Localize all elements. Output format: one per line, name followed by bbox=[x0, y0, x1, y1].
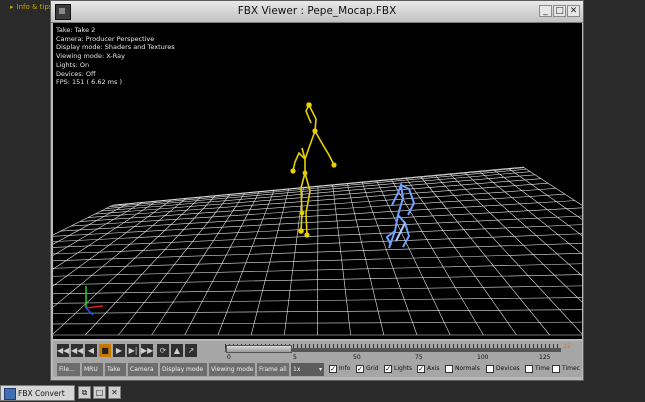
speed-select[interactable]: 1x ▾ bbox=[291, 363, 324, 376]
grid-line bbox=[420, 176, 550, 336]
play-forward-button[interactable]: ▶ bbox=[113, 344, 125, 357]
timeline-label: 100 bbox=[477, 354, 489, 361]
grid-line bbox=[405, 177, 517, 336]
info-viewing-mode: Viewing mode: X-Ray bbox=[56, 52, 125, 61]
timecode-toggle-label: Timec bbox=[562, 365, 580, 372]
take-button[interactable]: Take bbox=[105, 363, 126, 376]
taskbar: FBX Convert ⧉ □ ✕ bbox=[0, 384, 645, 402]
next-frame-button[interactable]: ▶| bbox=[127, 344, 139, 357]
display-mode-button[interactable]: Display mode bbox=[160, 363, 207, 376]
grid-line bbox=[434, 174, 582, 335]
3d-viewport[interactable]: Take: Take 2 Camera: Producer Perspectiv… bbox=[53, 23, 582, 339]
minimize-button[interactable]: _ bbox=[539, 5, 552, 17]
info-take: Take: Take 2 bbox=[56, 26, 96, 34]
chevron-down-icon: ▾ bbox=[318, 366, 322, 373]
info-toggle-label: Info bbox=[339, 365, 351, 372]
timeline-end-frame: 22 bbox=[563, 343, 571, 350]
mru-button[interactable]: MRU bbox=[82, 363, 103, 376]
fbx-viewer-window: FBX Viewer : Pepe_Mocap.FBX _ □ ✕ Take: … bbox=[50, 0, 584, 381]
grid-line bbox=[449, 173, 582, 303]
info-tips-label: Info & tips bbox=[16, 3, 53, 11]
timeline-slider[interactable]: 0 5 50 75 100 125 22 bbox=[225, 343, 577, 361]
grid-line bbox=[53, 215, 582, 242]
goto-end-button[interactable]: ▶▶ bbox=[141, 344, 153, 357]
normals-checkbox[interactable] bbox=[445, 365, 453, 373]
info-lights: Lights: On bbox=[56, 60, 90, 69]
devices-toggle-label: Devices bbox=[496, 365, 520, 372]
timeline-label: 0 bbox=[227, 354, 231, 361]
lights-toggle-label: Lights bbox=[394, 365, 413, 372]
devices-checkbox[interactable] bbox=[486, 365, 494, 373]
fbx-converter-icon bbox=[4, 388, 16, 400]
playback-toolbar: ◀◀ ◀◀ ◀ ■ ▶ ▶| ▶▶ ⟳ ▲ ↗ 0 5 50 75 100 12… bbox=[53, 341, 582, 362]
time-checkbox[interactable] bbox=[525, 365, 533, 373]
title-bar[interactable]: FBX Viewer : Pepe_Mocap.FBX _ □ ✕ bbox=[51, 1, 583, 23]
timeline-handle[interactable] bbox=[226, 345, 293, 353]
grid-line bbox=[53, 204, 114, 236]
viewing-mode-button[interactable]: Viewing mode bbox=[209, 363, 255, 376]
goto-start-button[interactable]: ◀◀ bbox=[57, 344, 69, 357]
info-fps: FPS: 151 ( 6.62 ms ) bbox=[56, 78, 122, 87]
time-toggle-label: Time bbox=[535, 365, 550, 372]
timeline-label: 50 bbox=[353, 354, 361, 361]
grid-checkbox[interactable]: ✓ bbox=[356, 365, 364, 373]
info-tips-link[interactable]: ▸ Info & tips bbox=[10, 3, 55, 11]
loop-button[interactable]: ⟳ bbox=[157, 344, 169, 357]
taskbar-restore-button[interactable]: ⧉ bbox=[78, 386, 91, 399]
stop-button[interactable]: ■ bbox=[99, 344, 111, 357]
timeline-label: 125 bbox=[539, 354, 551, 361]
taskbar-item-fbx-converter[interactable]: FBX Convert bbox=[0, 385, 75, 401]
frame-all-button[interactable]: Frame all bbox=[257, 363, 289, 376]
eject-button[interactable]: ▲ bbox=[171, 344, 183, 357]
info-devices: Devices: Off bbox=[56, 69, 96, 78]
camera-button[interactable]: Camera bbox=[128, 363, 158, 376]
info-camera: Camera: Producer Perspective bbox=[56, 34, 155, 43]
window-title: FBX Viewer : Pepe_Mocap.FBX bbox=[237, 5, 397, 17]
grid-line bbox=[53, 224, 582, 248]
options-toolbar: File... MRU Take Camera Display mode Vie… bbox=[53, 362, 582, 377]
timeline-label: 75 bbox=[415, 354, 423, 361]
lights-checkbox[interactable]: ✓ bbox=[384, 365, 392, 373]
close-button[interactable]: ✕ bbox=[567, 5, 580, 17]
info-display-mode: Display mode: Shaders and Textures bbox=[56, 43, 175, 52]
viewer-info-overlay: Take: Take 2 Camera: Producer Perspectiv… bbox=[56, 26, 175, 87]
taskbar-item-label: FBX Convert bbox=[18, 389, 65, 398]
file-button[interactable]: File... bbox=[57, 363, 80, 376]
grid-toggle-label: Grid bbox=[366, 365, 379, 372]
maximize-button[interactable]: □ bbox=[553, 5, 566, 17]
axis-toggle-label: Axis bbox=[427, 365, 440, 372]
taskbar-maximize-button[interactable]: □ bbox=[93, 386, 106, 399]
bullet-icon: ▸ bbox=[10, 3, 14, 11]
export-button[interactable]: ↗ bbox=[185, 344, 197, 357]
axis-checkbox[interactable]: ✓ bbox=[417, 365, 425, 373]
info-checkbox[interactable]: ✓ bbox=[329, 365, 337, 373]
prev-key-button[interactable]: ◀◀ bbox=[71, 344, 83, 357]
timeline-label: 5 bbox=[293, 354, 297, 361]
taskbar-close-button[interactable]: ✕ bbox=[108, 386, 121, 399]
normals-toggle-label: Normals bbox=[455, 365, 480, 372]
speed-value: 1x bbox=[293, 366, 301, 373]
play-backward-button[interactable]: ◀ bbox=[85, 344, 97, 357]
floor-grid bbox=[53, 166, 582, 336]
timecode-checkbox[interactable] bbox=[552, 365, 560, 373]
